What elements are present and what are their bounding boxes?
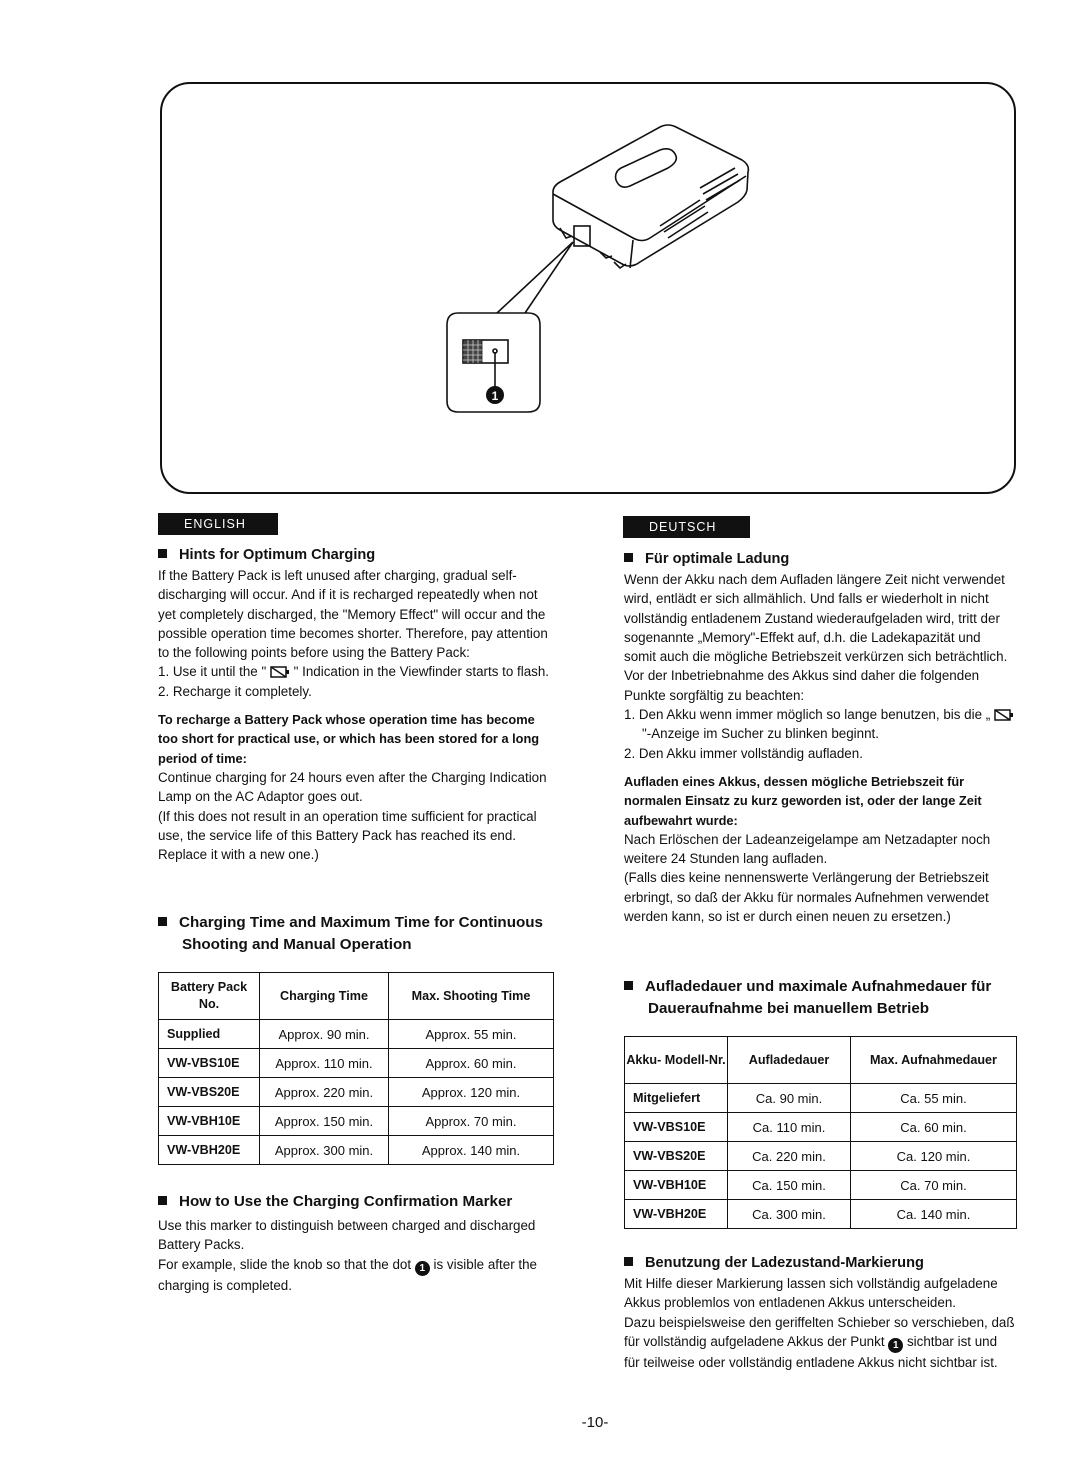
table-row: VW-VBH20E Approx. 300 min. Approx. 140 min… (158, 1135, 554, 1165)
section-title: Für optimale Ladung (645, 551, 790, 567)
deutsch-hints-section: Für optimale Ladung Wenn der Akku nach d… (624, 549, 1016, 926)
table-header-row: Battery Pack No. Charging Time Max. Shoo… (158, 972, 554, 1020)
tab-english: ENGLISH (158, 513, 278, 535)
bullet-square-icon (158, 917, 167, 926)
bullet-square-icon (158, 1196, 167, 1205)
page-number: -10- (581, 1414, 609, 1431)
paragraph: Nach Erlöschen der Ladeanzeigelampe am N… (624, 831, 991, 867)
tab-deutsch: DEUTSCH (623, 516, 750, 538)
list-text: 1. Den Akku wenn immer möglich so lange … (624, 707, 994, 723)
paragraph: (Falls dies keine nennenswerte Verlänger… (624, 870, 989, 925)
table-row: VW-VBS20E Ca. 220 min. Ca. 120 min. (624, 1141, 1017, 1171)
cell: Ca. 70 min. (850, 1170, 1017, 1200)
cell: Ca. 150 min. (727, 1170, 851, 1200)
bullet-square-icon (624, 1257, 633, 1266)
table-row: VW-VBH20E Ca. 300 min. Ca. 140 min. (624, 1199, 1017, 1229)
list-item: 1. Use it until the " " Indication in th… (158, 662, 558, 681)
cell: VW-VBS10E (624, 1112, 728, 1142)
section-title: Hints for Optimum Charging (179, 547, 376, 563)
cell: Approx. 120 min. (388, 1077, 554, 1107)
english-charging-table: Battery Pack No. Charging Time Max. Shoo… (158, 972, 554, 1165)
bullet-square-icon (624, 981, 633, 990)
cell: VW-VBS10E (158, 1048, 260, 1078)
table-row: VW-VBH10E Ca. 150 min. Ca. 70 min. (624, 1170, 1017, 1200)
deutsch-marker-section: Benutzung der Ladezustand-Markierung Mit… (624, 1253, 1016, 1372)
cell: Approx. 300 min. (259, 1135, 389, 1165)
section-title: How to Use the Charging Confirmation Mar… (179, 1193, 513, 1210)
cell: Approx. 220 min. (259, 1077, 389, 1107)
bullet-square-icon (158, 549, 167, 558)
callout-1-icon: 1 (414, 1260, 430, 1276)
paragraph: Wenn der Akku nach dem Aufladen längere … (624, 572, 1008, 703)
cell: VW-VBH20E (158, 1135, 260, 1165)
battery-warning-icon (270, 666, 289, 679)
list-item: 2. Recharge it completely. (158, 683, 312, 699)
callout-number: 1 (492, 389, 499, 403)
paragraph: Dazu beispielsweise den geriffelten Schi… (624, 1313, 1016, 1373)
cell: Ca. 55 min. (850, 1083, 1017, 1113)
cell: Mitgeliefert (624, 1083, 728, 1113)
cell: Supplied (158, 1019, 260, 1049)
list-text: " Indication in the Viewfinder starts to… (289, 664, 550, 680)
cell: VW-VBH10E (624, 1170, 728, 1200)
cell: Approx. 90 min. (259, 1019, 389, 1049)
column-header: Max. Aufnahmedauer (850, 1036, 1017, 1084)
cell: Approx. 150 min. (259, 1106, 389, 1136)
table-row: VW-VBS20E Approx. 220 min. Approx. 120 min… (158, 1077, 554, 1107)
section-title: Charging Time and Maximum Time for Conti… (179, 914, 543, 953)
paragraph: Use this marker to distinguish between c… (158, 1218, 536, 1253)
cell: Ca. 300 min. (727, 1199, 851, 1229)
english-marker-section: How to Use the Charging Confirmation Mar… (158, 1191, 558, 1295)
column-header: Max. Shooting Time (388, 972, 554, 1020)
paragraph-text: For example, slide the knob so that the … (158, 1256, 415, 1272)
column-header: Aufladedauer (727, 1036, 851, 1084)
column-header: Charging Time (259, 972, 389, 1020)
bold-heading: Aufladen eines Akkus, dessen mögliche Be… (624, 773, 982, 828)
cell: VW-VBH20E (624, 1199, 728, 1229)
section-title: Benutzung der Ladezustand-Markierung (645, 1255, 924, 1271)
english-charging-section: Charging Time and Maximum Time for Conti… (158, 912, 558, 956)
cell: VW-VBS20E (158, 1077, 260, 1107)
cell: Approx. 60 min. (388, 1048, 554, 1078)
battery-pack-illustration: 1 (446, 124, 750, 413)
table-row: VW-VBS10E Ca. 110 min. Ca. 60 min. (624, 1112, 1017, 1142)
list-item: 1. Den Akku wenn immer möglich so lange … (624, 705, 1016, 744)
cell: Ca. 110 min. (727, 1112, 851, 1142)
cell: Ca. 140 min. (850, 1199, 1017, 1229)
bullet-square-icon (624, 553, 633, 562)
cell: Ca. 90 min. (727, 1083, 851, 1113)
deutsch-charging-table: Akku- Modell-Nr. Aufladedauer Max. Aufna… (624, 1036, 1017, 1229)
cell: VW-VBH10E (158, 1106, 260, 1136)
table-row: Mitgeliefert Ca. 90 min. Ca. 55 min. (624, 1083, 1017, 1113)
section-title: Aufladedauer und maximale Aufnahmedauer … (645, 978, 992, 1017)
table-row: Supplied Approx. 90 min. Approx. 55 min. (158, 1019, 554, 1049)
list-item: 2. Den Akku immer vollständig aufladen. (624, 745, 863, 761)
callout-1-icon: 1 (888, 1337, 904, 1353)
paragraph: If the Battery Pack is left unused after… (158, 568, 548, 661)
column-header: Battery Pack No. (158, 972, 260, 1020)
cell: Approx. 110 min. (259, 1048, 389, 1078)
table-row: VW-VBH10E Approx. 150 min. Approx. 70 min. (158, 1106, 554, 1136)
cell: Ca. 120 min. (850, 1141, 1017, 1171)
cell: Approx. 55 min. (388, 1019, 554, 1049)
table-header-row: Akku- Modell-Nr. Aufladedauer Max. Aufna… (624, 1036, 1017, 1084)
cell: Approx. 70 min. (388, 1106, 554, 1136)
column-header: Akku- Modell-Nr. (624, 1036, 728, 1084)
bold-heading: To recharge a Battery Pack whose operati… (158, 712, 540, 766)
paragraph: Mit Hilfe dieser Markierung lassen sich … (624, 1276, 998, 1311)
battery-warning-icon (994, 709, 1013, 721)
paragraph: Continue charging for 24 hours even afte… (158, 769, 547, 805)
deutsch-charging-section: Aufladedauer und maximale Aufnahmedauer … (624, 976, 1020, 1020)
table-row: VW-VBS10E Approx. 110 min. Approx. 60 min. (158, 1048, 554, 1078)
list-text: "-Anzeige im Sucher zu blinken beginnt. (642, 726, 879, 742)
cell: VW-VBS20E (624, 1141, 728, 1171)
paragraph: (If this does not result in an operation… (158, 808, 537, 863)
english-hints-section: Hints for Optimum Charging If the Batter… (158, 545, 558, 864)
cell: Ca. 60 min. (850, 1112, 1017, 1142)
paragraph: For example, slide the knob so that the … (158, 1255, 558, 1295)
cell: Approx. 140 min. (388, 1135, 554, 1165)
cell: Ca. 220 min. (727, 1141, 851, 1171)
list-text: 1. Use it until the " (158, 664, 270, 680)
